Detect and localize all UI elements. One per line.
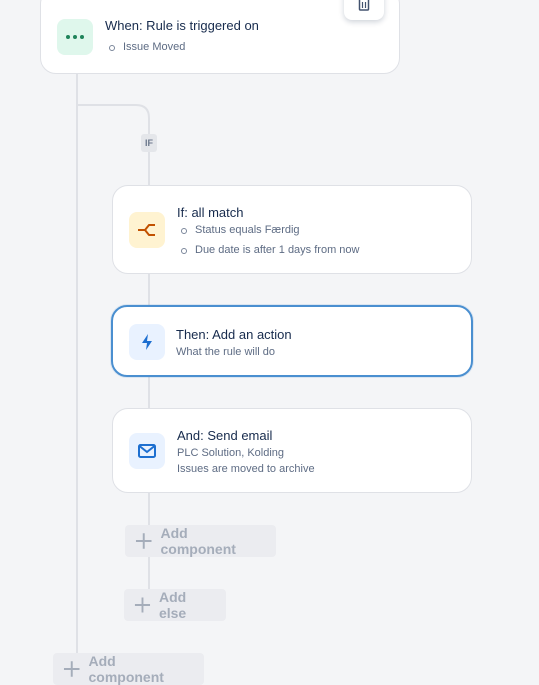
condition-title: If: all match: [177, 205, 244, 220]
send-email-card[interactable]: And: Send email PLC Solution, Kolding Is…: [112, 408, 472, 493]
envelope-icon: [138, 444, 156, 458]
action-subtitle: What the rule will do: [176, 346, 276, 358]
plus-icon: [134, 597, 151, 613]
condition-item: Status equals Færdig: [181, 224, 300, 236]
lightning-icon: [142, 334, 152, 350]
email-icon-box: [129, 433, 165, 469]
more-dots-icon: [66, 35, 84, 39]
if-badge: IF: [141, 134, 157, 152]
trigger-icon-box: [57, 19, 93, 55]
plus-icon: [63, 661, 80, 677]
condition-icon-box: [129, 212, 165, 248]
action-title: Then: Add an action: [176, 327, 292, 342]
add-component-label: Add component: [160, 525, 236, 557]
add-else-label: Add else: [158, 589, 187, 621]
branch-condition-icon: [138, 224, 155, 236]
trash-icon: [358, 0, 370, 11]
email-line-2: Issues are moved to archive: [177, 463, 315, 475]
email-line-1: PLC Solution, Kolding: [177, 447, 285, 459]
add-else-button[interactable]: Add else: [124, 589, 226, 621]
add-component-outer-button[interactable]: Add component: [53, 653, 204, 685]
plus-icon: [135, 533, 152, 549]
add-action-card[interactable]: Then: Add an action What the rule will d…: [111, 305, 473, 377]
trigger-title: When: Rule is triggered on: [105, 18, 259, 33]
condition-card[interactable]: If: all match Status equals Færdig Due d…: [112, 185, 472, 274]
add-component-outer-label: Add component: [88, 653, 164, 685]
trigger-detail: Issue Moved: [108, 41, 186, 53]
action-icon-box: [129, 324, 165, 360]
add-component-button[interactable]: Add component: [125, 525, 276, 557]
delete-button[interactable]: [344, 0, 384, 20]
email-title: And: Send email: [177, 428, 273, 443]
condition-item: Due date is after 1 days from now: [180, 244, 360, 256]
